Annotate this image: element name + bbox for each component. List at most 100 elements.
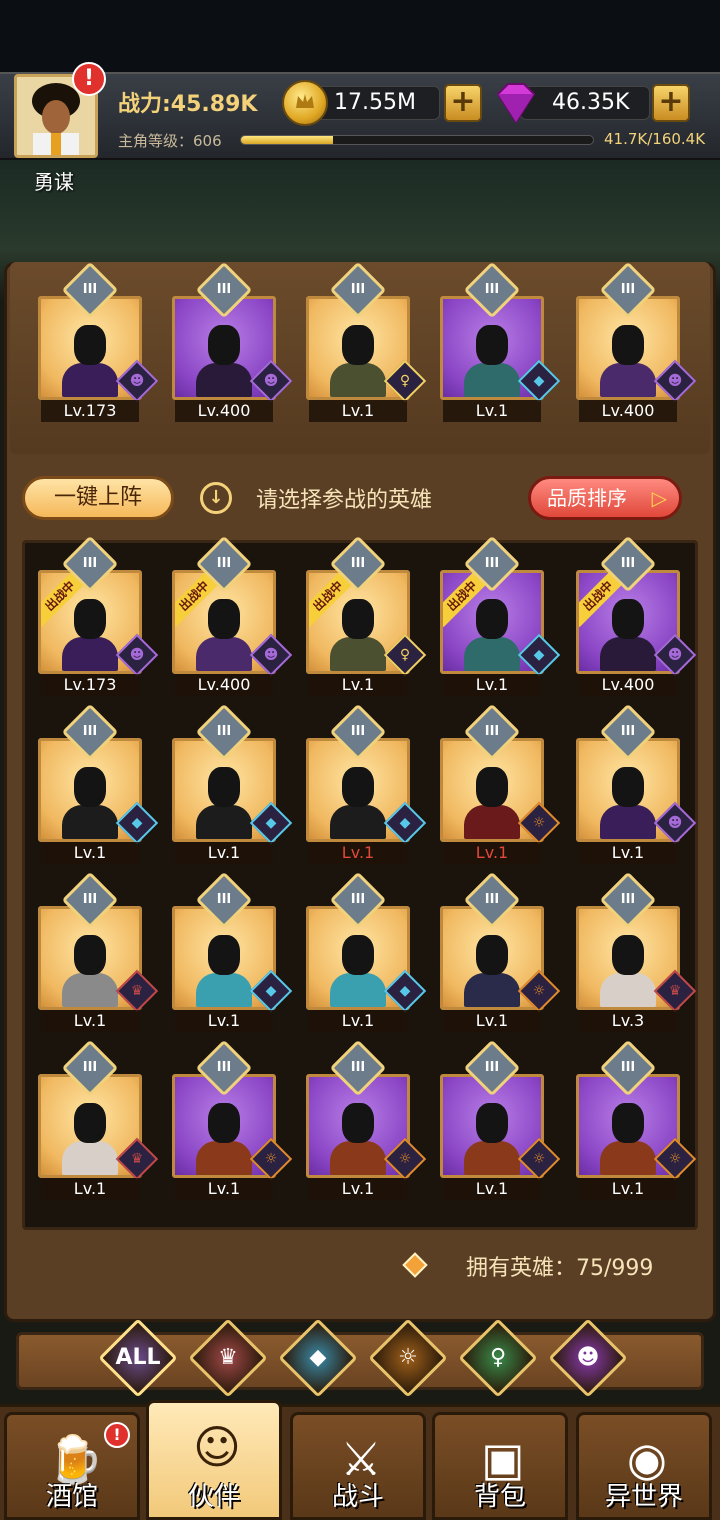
quality-sort-button[interactable]: 品质排序 ▷ (528, 476, 682, 520)
hero-level: Lv.1 (175, 1010, 273, 1032)
demon-faction-icon-glyph: ☻ (129, 373, 145, 389)
hero-head (476, 325, 508, 365)
hero-head (342, 325, 374, 365)
water-faction-icon-glyph: ◆ (131, 815, 143, 831)
hero-level: Lv.1 (309, 1178, 407, 1200)
hero-body (464, 1141, 520, 1175)
rank-badge-text: III (350, 724, 366, 739)
hero-head (342, 935, 374, 975)
player-level: 主角等级：606 (118, 132, 222, 150)
rank-badge-text: III (620, 1060, 636, 1075)
rank-badge-text: III (620, 892, 636, 907)
hero-level: Lv.1 (41, 1178, 139, 1200)
hero-body (600, 805, 656, 839)
hero-level: Lv.1 (309, 842, 407, 864)
hero-portrait (460, 319, 524, 397)
hero-portrait (460, 1097, 524, 1175)
gold-amount: 17.55M (334, 90, 416, 115)
xp-progress-text: 41.7K/160.4K (604, 130, 706, 148)
nav-tab[interactable]: ⚔ 战斗 (290, 1412, 426, 1520)
rank-badge-text: III (484, 892, 500, 907)
demon-filter-icon-label: ☻ (576, 1345, 600, 1370)
hero-level: Lv.1 (579, 1178, 677, 1200)
hero-portrait (192, 319, 256, 397)
water-faction-icon-glyph: ◆ (399, 815, 411, 831)
hero-body (464, 637, 520, 671)
hero-portrait (58, 1097, 122, 1175)
rank-badge-text: III (620, 724, 636, 739)
nav-tab[interactable]: ▣ 背包 (432, 1412, 568, 1520)
rank-badge-text: III (350, 1060, 366, 1075)
sort-label: 品质排序 (547, 486, 627, 510)
human-filter-icon-label: ♛ (218, 1345, 238, 1370)
water-faction-icon-glyph: ◆ (533, 373, 545, 389)
hero-level: Lv.1 (175, 1178, 273, 1200)
hero-body (196, 973, 252, 1007)
beast-faction-icon-glyph: ☼ (398, 1151, 412, 1167)
hero-level: Lv.400 (175, 674, 273, 696)
hero-body (330, 637, 386, 671)
hero-body (600, 637, 656, 671)
play-arrow-icon: ▷ (651, 486, 667, 510)
hero-body (62, 805, 118, 839)
hero-body (196, 1141, 252, 1175)
add-gold-button[interactable]: + (444, 84, 482, 122)
partner-icon: ☺ (193, 1420, 241, 1474)
hero-level: Lv.1 (443, 400, 541, 422)
info-icon[interactable]: ↓ (200, 482, 232, 514)
hero-head (476, 1103, 508, 1143)
demon-faction-icon-glyph: ☻ (263, 647, 279, 663)
demon-faction-icon-glyph: ☻ (667, 815, 683, 831)
hero-portrait (326, 319, 390, 397)
hero-head (74, 599, 106, 639)
nav-tab[interactable]: ◉ 异世界 (576, 1412, 712, 1520)
hero-head (74, 767, 106, 807)
hero-body (464, 805, 520, 839)
hero-portrait (192, 593, 256, 671)
hero-level: Lv.1 (443, 1010, 541, 1032)
xp-progress-bar (240, 135, 594, 145)
hero-head (476, 599, 508, 639)
rank-badge-text: III (82, 1060, 98, 1075)
hero-level: Lv.1 (579, 842, 677, 864)
hero-level: Lv.1 (41, 1010, 139, 1032)
beast-faction-icon-glyph: ☼ (532, 1151, 546, 1167)
human-faction-icon-glyph: ♛ (130, 983, 144, 999)
hero-head (208, 767, 240, 807)
hero-portrait (326, 761, 390, 839)
rank-badge-text: III (620, 556, 636, 571)
hero-body (600, 1141, 656, 1175)
rank-badge-text: III (350, 556, 366, 571)
nav-tab[interactable]: ☺ 伙伴 (146, 1400, 282, 1520)
hero-level: Lv.3 (579, 1010, 677, 1032)
hero-head (208, 1103, 240, 1143)
rank-badge-text: III (350, 282, 366, 297)
hero-level: Lv.1 (309, 674, 407, 696)
hero-head (208, 935, 240, 975)
beast-filter-icon-label: ☼ (398, 1345, 418, 1370)
hero-head (74, 1103, 106, 1143)
hero-portrait (326, 593, 390, 671)
one-key-deploy-button[interactable]: 一键上阵 (22, 476, 174, 520)
hero-body (600, 363, 656, 397)
rank-badge-text: III (216, 1060, 232, 1075)
hero-level: Lv.400 (579, 400, 677, 422)
human-faction-icon-glyph: ♛ (130, 1151, 144, 1167)
demon-faction-icon-glyph: ☻ (263, 373, 279, 389)
add-gems-button[interactable]: + (652, 84, 690, 122)
power-value: 战力:45.89K (118, 92, 258, 117)
hero-body (464, 363, 520, 397)
demon-faction-icon-glyph: ☻ (667, 647, 683, 663)
hero-head (612, 599, 644, 639)
gem-icon (490, 82, 542, 124)
elf-faction-icon-glyph: ♀ (399, 373, 411, 389)
hero-level: Lv.1 (443, 842, 541, 864)
rank-badge-text: III (216, 724, 232, 739)
hero-level: Lv.173 (41, 400, 139, 422)
rank-badge-text: III (82, 282, 98, 297)
hero-body (196, 805, 252, 839)
elf-filter-icon-label: ♀ (489, 1345, 507, 1370)
hero-head (612, 1103, 644, 1143)
beast-faction-icon-glyph: ☼ (532, 983, 546, 999)
hero-portrait (58, 593, 122, 671)
